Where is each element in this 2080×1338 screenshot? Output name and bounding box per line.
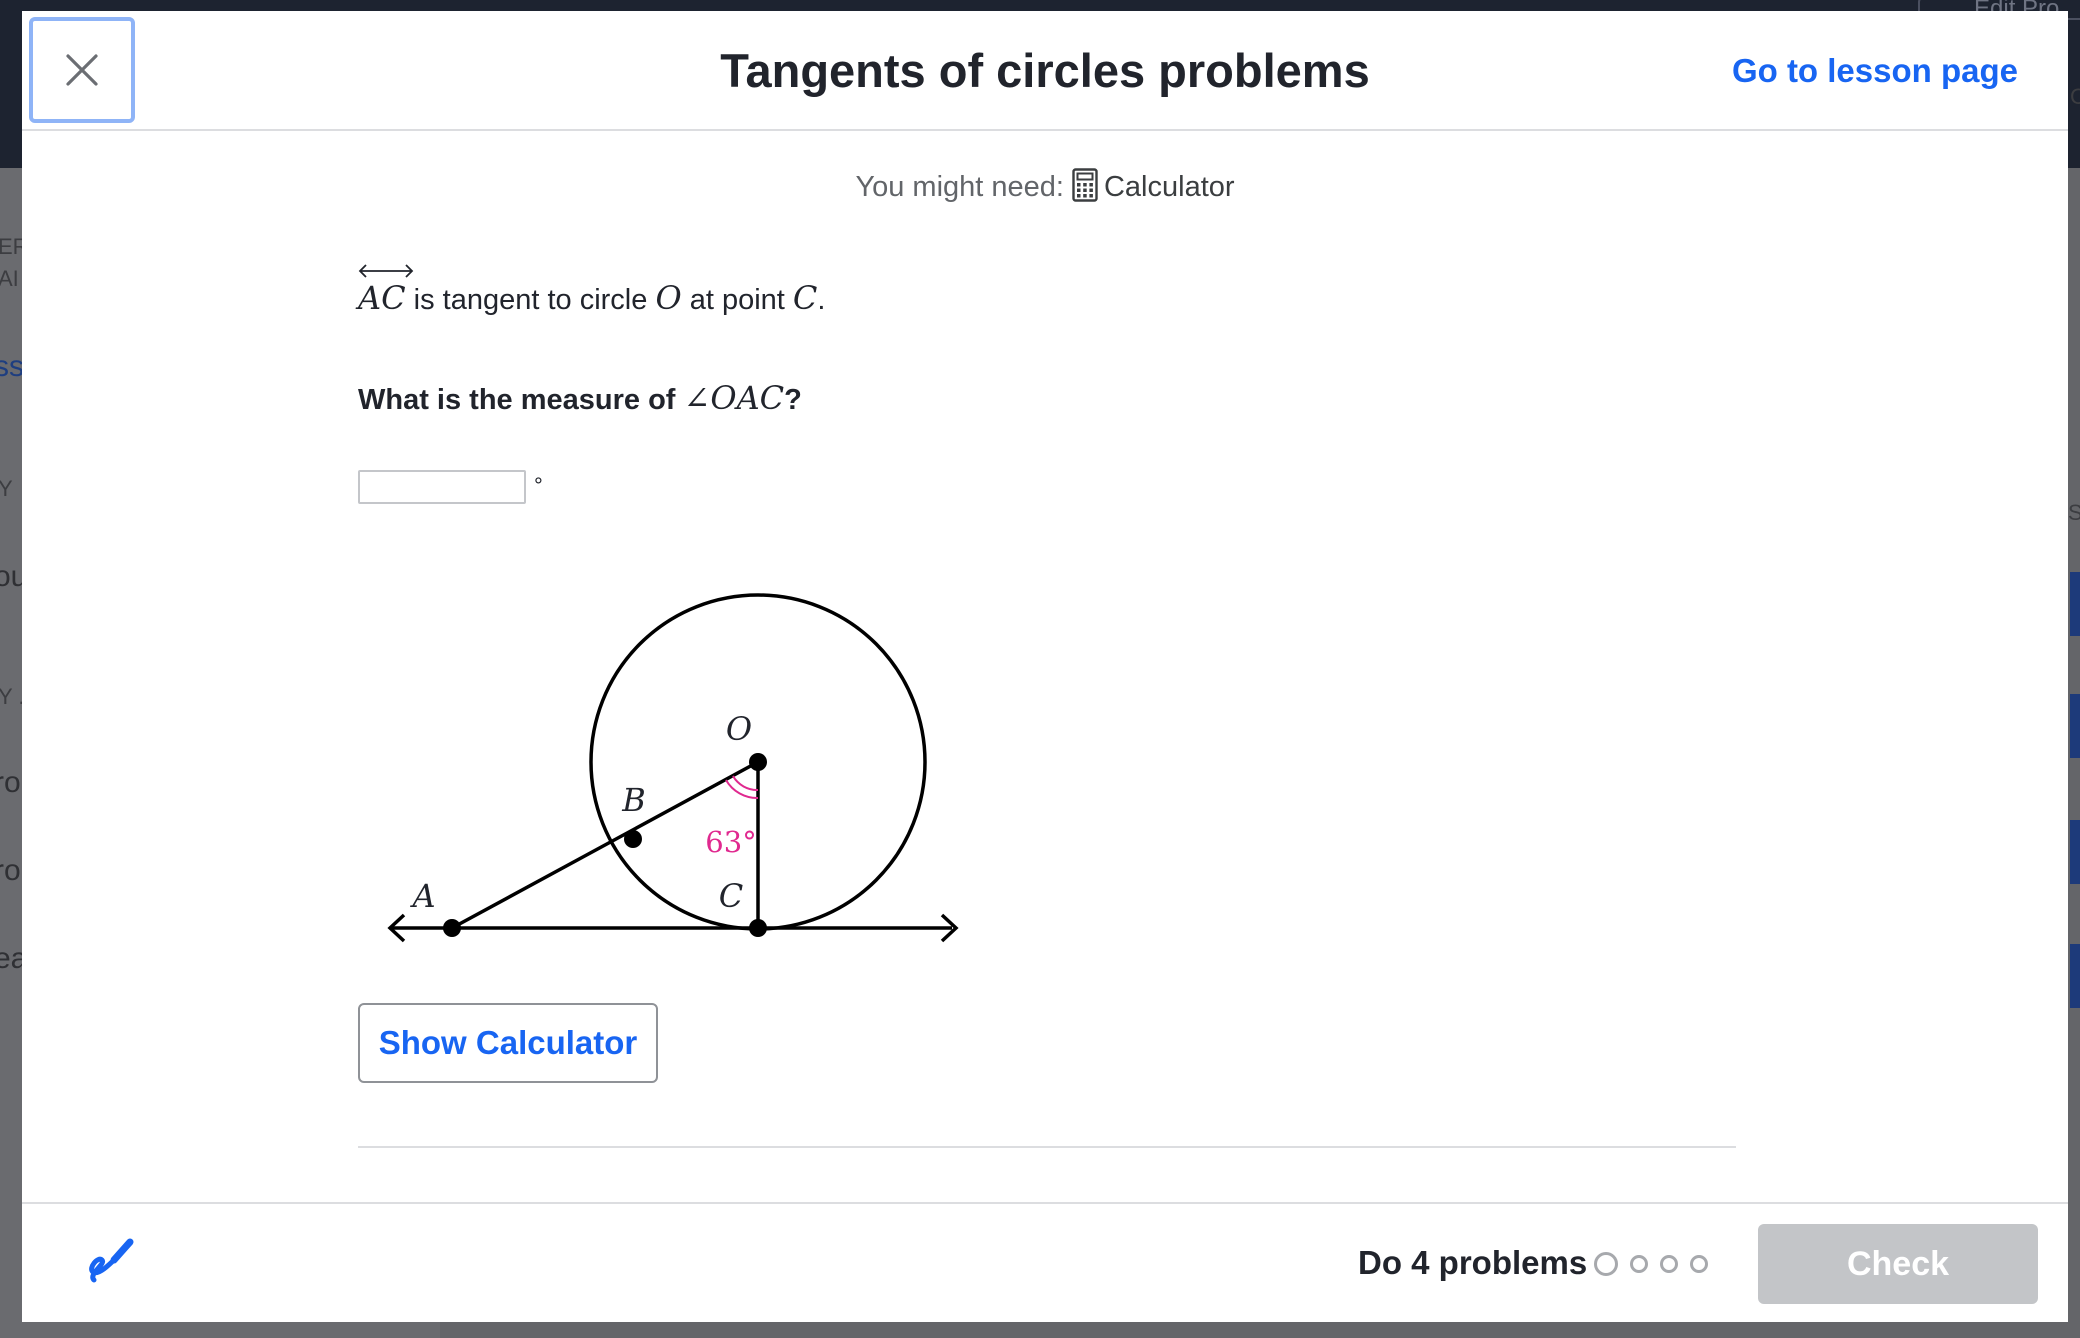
prompt-end: ?: [784, 384, 802, 416]
point-a: [443, 919, 461, 937]
label-o: O: [726, 710, 752, 748]
exercise-modal: Tangents of circles problems Go to lesso…: [22, 11, 2068, 1322]
calculator-icon: [1072, 168, 1098, 203]
progress-dot: [1690, 1255, 1708, 1273]
background-text: AI: [0, 266, 19, 291]
question-prompt: What is the measure of ∠OAC?: [358, 379, 802, 417]
background-text: ro: [0, 854, 21, 887]
progress-dot-current: [1594, 1252, 1618, 1276]
line-ac: AC: [358, 264, 414, 317]
point-o: [749, 753, 767, 771]
background-tab: [2070, 572, 2080, 636]
circle-name: O: [655, 279, 682, 317]
question-text: is tangent to circle: [405, 284, 656, 316]
angle-arc-inner: [732, 775, 759, 792]
question-text: .: [817, 284, 826, 316]
background-text: ro: [0, 766, 21, 799]
tools-needed: You might need: Calculator: [22, 168, 2068, 205]
point-name: C: [792, 279, 818, 317]
progress-dot: [1660, 1255, 1678, 1273]
show-calculator-button[interactable]: Show Calculator: [358, 1003, 658, 1083]
background-text: S: [2068, 500, 2080, 525]
background-text: Y: [0, 476, 13, 501]
background-text: ss: [0, 350, 24, 383]
modal-header: Tangents of circles problems Go to lesso…: [22, 11, 2068, 131]
check-button[interactable]: Check: [1758, 1224, 2038, 1304]
close-icon: [66, 54, 98, 86]
content-divider: [358, 1146, 1736, 1148]
close-button[interactable]: [29, 17, 135, 123]
tools-label: You might need:: [855, 171, 1064, 203]
background-tab: [2070, 944, 2080, 1008]
question-statement: AC is tangent to circle O at point C.: [358, 264, 826, 317]
go-to-lesson-link[interactable]: Go to lesson page: [1732, 11, 2018, 131]
angle-label: 63°: [705, 825, 756, 859]
circle-figure: O B A C 63°: [387, 593, 959, 943]
point-c: [749, 919, 767, 937]
point-b: [624, 830, 642, 848]
double-arrow-icon: [358, 264, 414, 278]
question-text: at point: [681, 284, 793, 316]
problem-goal: Do 4 problems: [1358, 1244, 1588, 1281]
background-text: Y .: [0, 684, 25, 709]
progress-dots: [1594, 1204, 1708, 1324]
label-b: B: [621, 781, 646, 819]
progress-dot: [1630, 1255, 1648, 1273]
background-tab: [2070, 820, 2080, 884]
answer-input[interactable]: [358, 470, 526, 504]
degree-unit: °: [534, 473, 543, 498]
modal-footer: Do 4 problems Check: [22, 1202, 2068, 1322]
scratchpad-pen-icon[interactable]: [84, 1234, 140, 1290]
calculator-label: Calculator: [1103, 171, 1235, 203]
background-tab: [2070, 694, 2080, 758]
prompt-angle: ∠OAC: [683, 379, 785, 417]
prompt-text: What is the measure of: [358, 384, 684, 416]
background-text: C: [2070, 84, 2080, 109]
label-a: A: [409, 877, 435, 915]
label-c: C: [719, 877, 743, 915]
